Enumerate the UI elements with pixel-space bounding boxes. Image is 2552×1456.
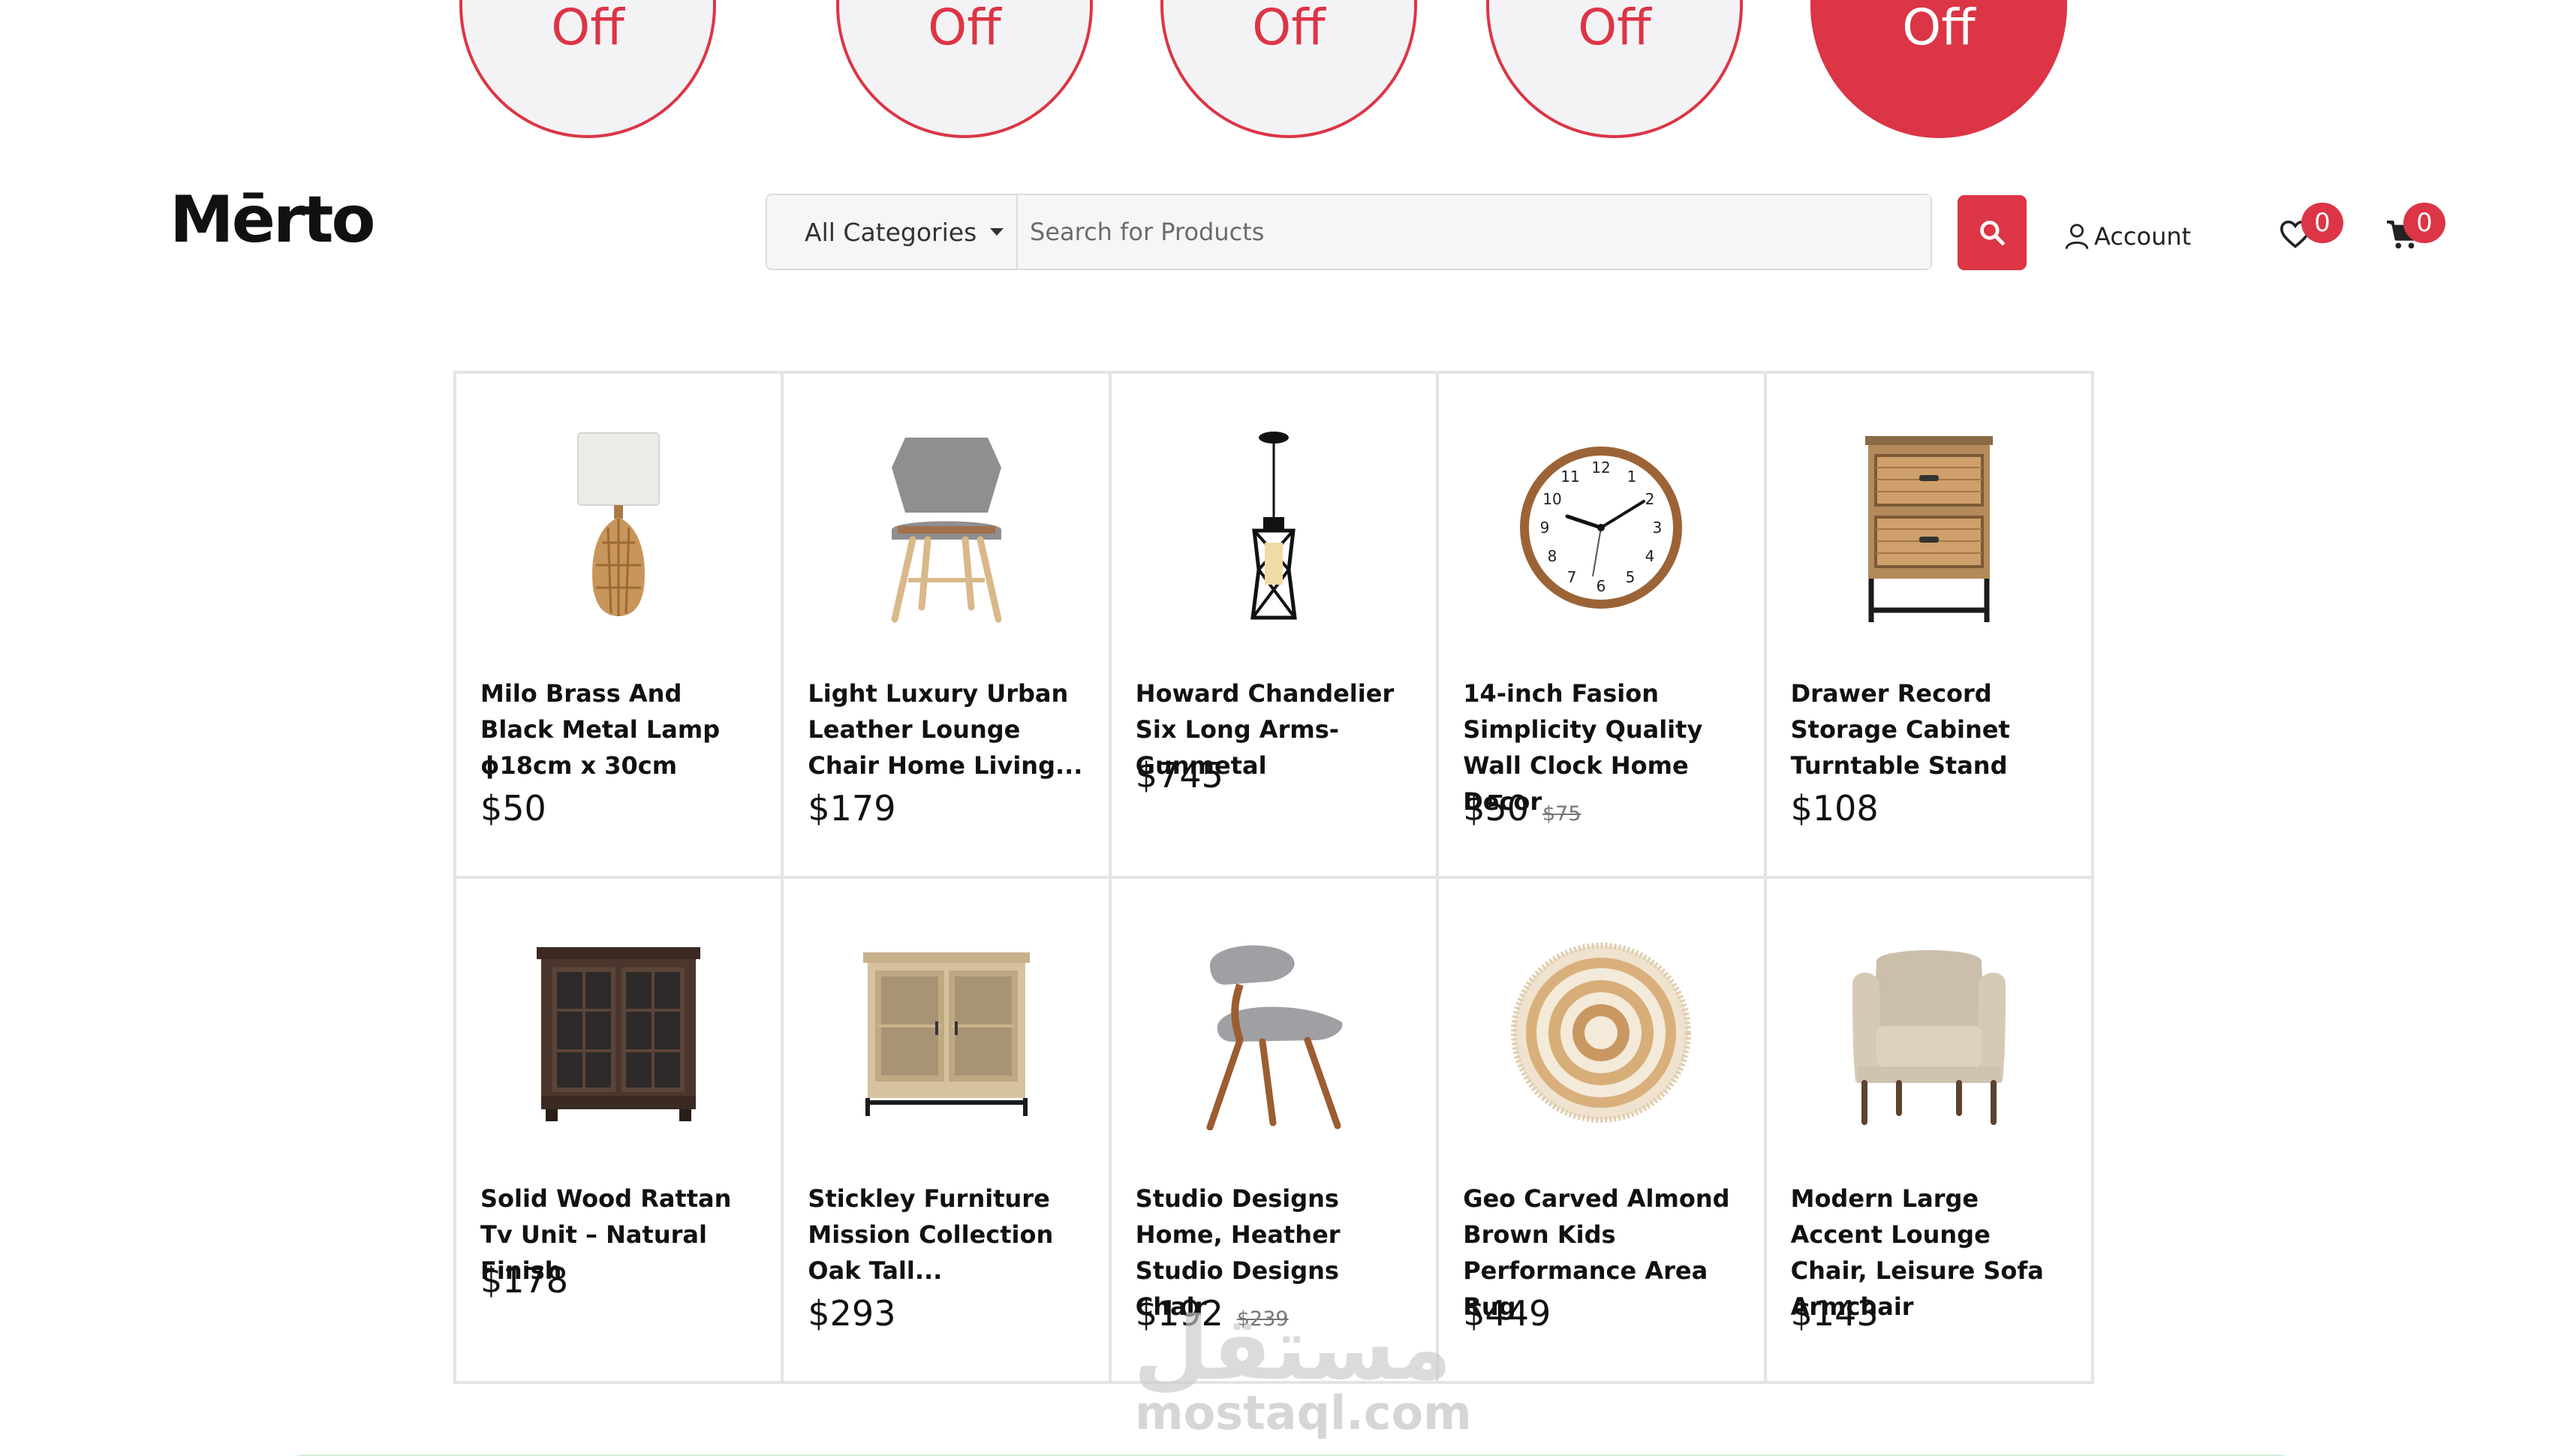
- offer-label: Off: [1252, 0, 1326, 56]
- price-row: $179: [808, 788, 895, 829]
- svg-text:5: 5: [1626, 568, 1636, 586]
- product-image[interactable]: [1791, 879, 2067, 1134]
- svg-text:9: 9: [1540, 519, 1550, 537]
- product-name[interactable]: Stickley Furniture Mission Collection Oa…: [808, 1181, 1090, 1289]
- offer-circle-2[interactable]: Off: [836, 0, 1093, 138]
- product-image[interactable]: [1463, 879, 1739, 1134]
- search-icon: [1980, 221, 2005, 245]
- product-card[interactable]: Howard Chandelier Six Long Arms-Gunmetal…: [1111, 374, 1437, 876]
- product-card[interactable]: Drawer Record Storage Cabinet Turntable …: [1766, 374, 2091, 876]
- svg-text:10: 10: [1543, 490, 1562, 508]
- offer-circle-4[interactable]: Off: [1486, 0, 1743, 138]
- product-card[interactable]: Light Luxury Urban Leather Lounge Chair …: [784, 374, 1109, 876]
- account-label: Account: [2094, 222, 2192, 251]
- product-card[interactable]: Solid Wood Rattan Tv Unit – Natural Fini…: [456, 879, 781, 1381]
- offer-label: Off: [551, 0, 624, 56]
- product-price: $50: [480, 788, 546, 829]
- svg-text:12: 12: [1592, 459, 1611, 477]
- oak-cabinet-icon: [862, 952, 1030, 1116]
- search-bar: All Categories: [766, 194, 1932, 270]
- price-row: $293: [808, 1293, 895, 1334]
- product-price: $108: [1790, 788, 1879, 829]
- product-card[interactable]: Geo Carved Almond Brown Kids Performance…: [1439, 879, 1764, 1381]
- product-card[interactable]: Stickley Furniture Mission Collection Oa…: [784, 879, 1109, 1381]
- offer-circle-1[interactable]: Off: [459, 0, 716, 138]
- caret-down-icon: [990, 228, 1004, 236]
- product-price: $143: [1790, 1293, 1879, 1334]
- product-image[interactable]: 12 3 6 9 12 45 7 8 10 11: [1463, 374, 1739, 629]
- price-row: $50: [480, 788, 546, 829]
- product-price: $745: [1135, 755, 1223, 796]
- svg-text:1: 1: [1627, 468, 1637, 486]
- product-price: $50: [1463, 788, 1529, 829]
- price-row: $143: [1791, 1293, 1879, 1334]
- svg-text:11: 11: [1561, 468, 1580, 486]
- product-image[interactable]: [1136, 879, 1412, 1134]
- user-icon: [2065, 224, 2089, 250]
- wishlist-button[interactable]: 0: [2279, 203, 2343, 252]
- product-grid: Milo Brass And Black Metal Lamp ɸ18cm x …: [453, 371, 2094, 1384]
- search-input[interactable]: [1018, 195, 1931, 269]
- offer-label: Off: [1578, 0, 1651, 56]
- armchair-icon: [1852, 950, 2006, 1125]
- wishlist-count-badge: 0: [2301, 203, 2343, 243]
- product-name[interactable]: Light Luxury Urban Leather Lounge Chair …: [808, 675, 1090, 784]
- site-logo[interactable]: Mērto: [170, 188, 376, 252]
- lounge-chair-icon: [891, 438, 1002, 623]
- category-label: All Categories: [805, 217, 977, 247]
- product-price: $293: [808, 1293, 896, 1334]
- svg-text:3: 3: [1653, 519, 1663, 537]
- product-image[interactable]: [808, 374, 1084, 629]
- offer-label: Off: [1902, 0, 1976, 56]
- product-image[interactable]: [808, 879, 1084, 1134]
- price-row: $50 $75: [1463, 788, 1581, 829]
- product-image[interactable]: [480, 879, 757, 1134]
- account-link[interactable]: Account: [2064, 222, 2191, 251]
- dark-cabinet-icon: [537, 947, 701, 1121]
- pendant-lamp-icon: [1250, 432, 1297, 620]
- product-card[interactable]: Milo Brass And Black Metal Lamp ɸ18cm x …: [456, 374, 781, 876]
- watermark-latin: mostaql.com: [1135, 1385, 1472, 1440]
- nightstand-icon: [1864, 436, 1993, 622]
- svg-text:4: 4: [1645, 547, 1655, 565]
- product-image[interactable]: [1791, 374, 2067, 629]
- product-old-price: $75: [1542, 802, 1581, 826]
- product-image[interactable]: [1136, 374, 1412, 629]
- svg-text:6: 6: [1597, 577, 1606, 595]
- wall-clock-icon: 12 3 6 9 12 45 78 10 11: [1520, 447, 1683, 609]
- watermark-arabic: مستقل: [1133, 1298, 1452, 1400]
- svg-text:7: 7: [1567, 568, 1577, 586]
- product-card[interactable]: Modern Large Accent Lounge Chair, Leisur…: [1766, 879, 2091, 1381]
- category-dropdown[interactable]: All Categories: [767, 195, 1018, 269]
- accent-chair-icon: [1206, 945, 1343, 1130]
- price-row: $745: [1136, 755, 1223, 796]
- offer-circle-3[interactable]: Off: [1160, 0, 1417, 138]
- product-image[interactable]: [480, 374, 757, 629]
- cart-count-badge: 0: [2403, 203, 2445, 243]
- offer-label: Off: [928, 0, 1001, 56]
- price-row: $108: [1791, 788, 1879, 829]
- product-price: $449: [1463, 1293, 1551, 1334]
- offer-circle-5[interactable]: Off: [1810, 0, 2067, 138]
- round-rug-icon: [1511, 943, 1692, 1123]
- product-name[interactable]: Drawer Record Storage Cabinet Turntable …: [1791, 675, 2073, 784]
- product-price: $178: [480, 1260, 569, 1301]
- cart-button[interactable]: 0: [2385, 203, 2445, 254]
- price-row: $449: [1463, 1293, 1551, 1334]
- svg-text:8: 8: [1548, 547, 1557, 565]
- svg-text:2: 2: [1645, 490, 1655, 508]
- price-row: $178: [480, 1260, 568, 1301]
- product-name[interactable]: Milo Brass And Black Metal Lamp ɸ18cm x …: [480, 675, 763, 784]
- search-button[interactable]: [1958, 195, 2027, 270]
- table-lamp-icon: [577, 432, 661, 616]
- product-price: $179: [808, 788, 896, 829]
- product-card[interactable]: 12 3 6 9 1245 7 8 10 11 14-inch Fasion Simplic…: [1439, 374, 1764, 876]
